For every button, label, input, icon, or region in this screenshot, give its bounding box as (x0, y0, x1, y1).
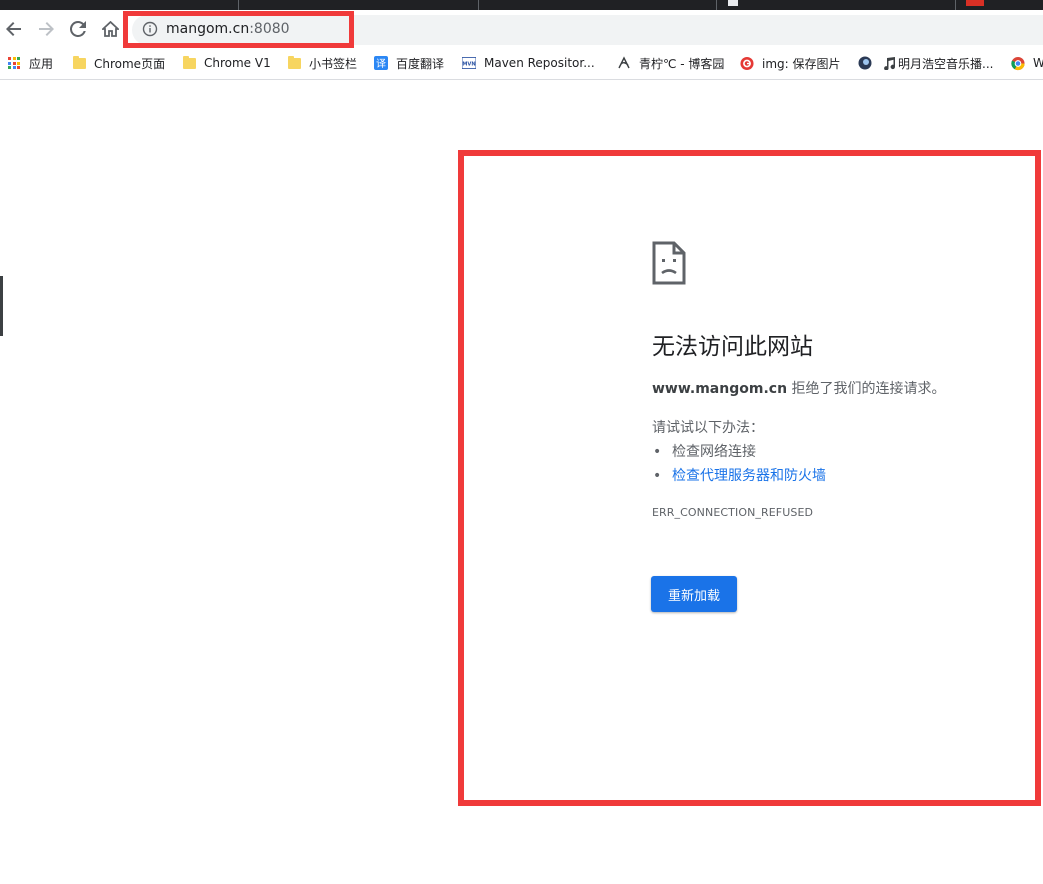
bookmark-label: 青柠℃ - 博客园 (639, 56, 725, 71)
bookmark-label: Chrome V1 (204, 56, 271, 70)
tab-separator (238, 0, 239, 10)
tab-favicon-icon (728, 0, 738, 6)
bookmark-bookmarklets[interactable]: 小书签栏 (287, 55, 357, 71)
translate-icon: 译 (374, 56, 388, 70)
site-icon (858, 56, 872, 70)
bookmark-music[interactable]: 明月浩空音乐播... (882, 55, 993, 71)
bookmark-label: img: 保存图片 (762, 56, 841, 71)
folder-icon (287, 55, 301, 70)
try-heading: 请试试以下办法： (652, 420, 764, 436)
error-description: www.mangom.cn 拒绝了我们的连接请求。 (652, 379, 946, 399)
error-host: www.mangom.cn (652, 381, 788, 397)
img-save-icon (740, 56, 754, 70)
tab-favicon-icon (966, 0, 984, 6)
bookmark-label: 明月浩空音乐播... (898, 56, 994, 71)
bookmark-img-save[interactable]: img: 保存图片 (740, 55, 841, 71)
tab-separator (716, 0, 717, 10)
suggestion-check-proxy-link[interactable]: 检查代理服务器和防火墙 (653, 466, 826, 486)
bookmark-chrome-pages[interactable]: Chrome页面 (72, 55, 165, 71)
bookmark-label: Chrome页面 (94, 56, 166, 71)
svg-text:译: 译 (376, 58, 386, 70)
tab-strip (0, 0, 1043, 10)
bookmark-baidu-translate[interactable]: 译 百度翻译 (374, 55, 444, 71)
reload-toolbar-button[interactable] (67, 18, 89, 40)
bookmark-label: W (1033, 56, 1043, 70)
reload-button[interactable]: 重新加载 (651, 576, 737, 612)
url-highlight-box (123, 11, 354, 48)
bookmark-site[interactable] (858, 55, 880, 71)
reload-icon (70, 21, 86, 37)
home-button[interactable] (99, 18, 121, 40)
bookmark-label: 应用 (29, 56, 54, 71)
tab-separator (478, 0, 479, 10)
bookmark-apps[interactable]: 应用 (7, 55, 53, 71)
folder-icon (182, 55, 196, 70)
back-arrow-icon (6, 22, 21, 36)
bookmark-overflow[interactable]: W (1011, 55, 1043, 71)
apps-grid-icon (7, 56, 21, 70)
sad-page-icon (652, 241, 686, 285)
music-note-icon (882, 56, 896, 70)
bookmark-label: 百度翻译 (396, 56, 445, 71)
error-title: 无法访问此网站 (652, 334, 813, 360)
forward-button[interactable] (35, 18, 57, 40)
bookmark-maven[interactable]: MVN Maven Repositor... (462, 55, 595, 71)
forward-arrow-icon (39, 22, 54, 36)
blog-icon (617, 56, 631, 70)
bookmark-chrome-v1[interactable]: Chrome V1 (182, 55, 271, 71)
tab-separator (955, 0, 956, 10)
chrome-icon (1011, 56, 1025, 70)
svg-text:MVN: MVN (462, 61, 475, 67)
folder-icon (72, 55, 86, 70)
window-edge (0, 276, 3, 336)
error-code: ERR_CONNECTION_REFUSED (652, 506, 814, 519)
maven-icon: MVN (462, 56, 476, 70)
bookmark-blog[interactable]: 青柠℃ - 博客园 (617, 55, 724, 71)
back-button[interactable] (3, 18, 25, 40)
home-icon (101, 21, 119, 37)
suggestion-check-connection: 检查网络连接 (653, 442, 756, 462)
bookmark-label: Maven Repositor... (484, 56, 595, 70)
bookmark-label: 小书签栏 (309, 56, 358, 71)
error-refused-text: 拒绝了我们的连接请求。 (787, 381, 946, 397)
